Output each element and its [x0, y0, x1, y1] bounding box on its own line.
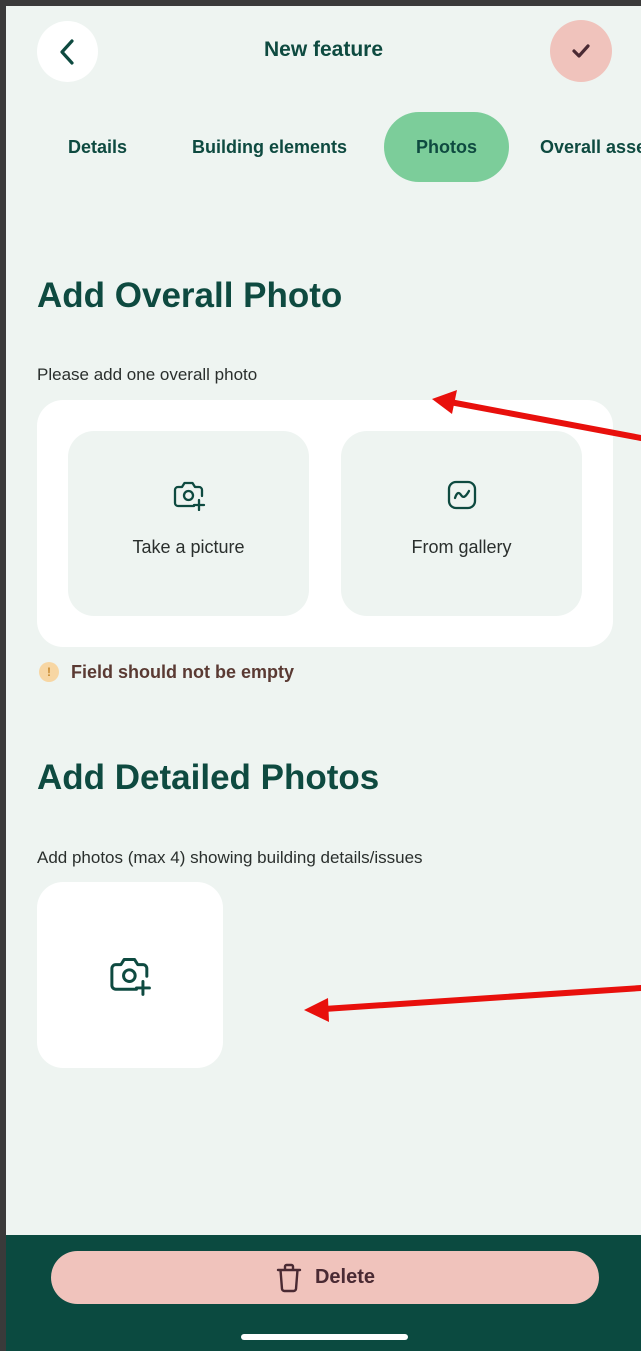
- validation-message: ! Field should not be empty: [39, 661, 294, 683]
- from-gallery-label: From gallery: [411, 537, 512, 557]
- app-screen: New feature Details Building elements Ph…: [6, 6, 641, 1351]
- overall-photo-subtitle: Please add one overall photo: [37, 365, 258, 384]
- validation-text: Field should not be empty: [71, 661, 295, 682]
- tab-building-elements[interactable]: Building elements: [192, 112, 347, 182]
- tab-bar: Details Building elements Photos Overall…: [6, 112, 641, 184]
- camera-plus-icon: [110, 957, 151, 996]
- take-picture-label: Take a picture: [132, 537, 245, 557]
- home-indicator: [241, 1334, 408, 1340]
- check-icon: [572, 44, 590, 58]
- confirm-button[interactable]: [550, 20, 612, 82]
- add-detailed-photo-button[interactable]: [37, 882, 223, 1068]
- warning-icon: !: [39, 662, 59, 682]
- overall-photo-picker: Take a picture From gallery: [37, 400, 613, 647]
- page-title: New feature: [263, 38, 384, 61]
- from-gallery-button[interactable]: From gallery: [341, 431, 582, 616]
- take-picture-button[interactable]: Take a picture: [68, 431, 309, 616]
- gallery-icon: [447, 480, 476, 510]
- detailed-photos-subtitle: Add photos (max 4) showing building deta…: [37, 848, 423, 867]
- delete-button[interactable]: Delete: [51, 1251, 599, 1304]
- tab-overall-assessment[interactable]: Overall assessment: [540, 112, 641, 182]
- top-bar: New feature: [6, 6, 641, 106]
- tab-details[interactable]: Details: [68, 112, 127, 182]
- overall-photo-heading: Add Overall Photo: [37, 276, 343, 315]
- detailed-photos-heading: Add Detailed Photos: [37, 758, 380, 797]
- trash-icon: [276, 1263, 302, 1292]
- camera-plus-icon: [173, 481, 205, 511]
- delete-label: Delete: [314, 1266, 376, 1288]
- bottom-bar: Delete: [6, 1235, 641, 1351]
- tab-photos[interactable]: Photos: [384, 112, 509, 182]
